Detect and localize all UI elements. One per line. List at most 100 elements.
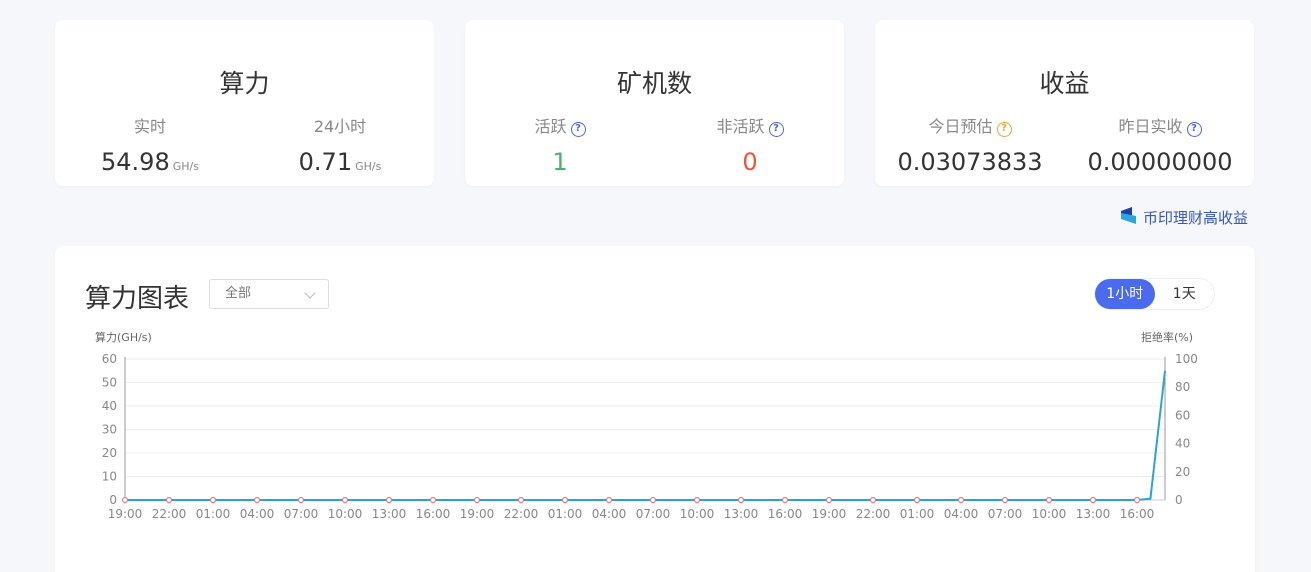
x-tick-label: 10:00 <box>680 507 715 521</box>
earnings-title: 收益 <box>1039 69 1090 98</box>
inactive-label-row: 非活跃? <box>655 116 845 138</box>
active-miners: 活跃? 1 <box>465 116 655 176</box>
day-value: 0.71 <box>298 148 353 176</box>
reject-rate-point <box>825 496 833 504</box>
x-tick-label: 04:00 <box>240 507 275 521</box>
reject-rate-point <box>341 496 349 504</box>
reject-rate-point <box>1001 496 1009 504</box>
x-tick-label: 22:00 <box>152 507 187 521</box>
inactive-value: 0 <box>742 148 758 176</box>
hashrate-chart: 算力(GH/s) 拒绝率(%) 0 10 20 30 40 50 60 0 20 40 60 80 10… <box>95 330 1198 521</box>
reject-rate-point <box>165 496 173 504</box>
x-tick-label: 13:00 <box>724 507 759 521</box>
y-tick-label: 20 <box>102 446 117 460</box>
day-value-row: 0.71 GH/s <box>245 148 435 181</box>
today-earnings: 今日预估? 0.03073833 <box>875 116 1065 176</box>
x-tick-label: 10:00 <box>1032 507 1067 521</box>
day-unit: GH/s <box>355 160 382 173</box>
promo-link[interactable]: 币印理财高收益 <box>1120 206 1248 228</box>
reject-rate-point <box>1133 496 1141 504</box>
active-value: 1 <box>552 148 568 176</box>
x-tick-label: 07:00 <box>636 507 671 521</box>
earnings-card: 收益 今日预估? 0.03073833 昨日实收? 0.00000000 <box>875 20 1254 186</box>
realtime-hashrate: 实时 54.98 GH/s <box>55 116 245 181</box>
reject-rate-point <box>429 496 437 504</box>
x-tick-label: 22:00 <box>504 507 539 521</box>
reject-rate-point <box>1089 496 1097 504</box>
today-label: 今日预估 <box>928 117 993 136</box>
x-tick-label: 01:00 <box>548 507 583 521</box>
x-tick-label: 01:00 <box>900 507 935 521</box>
x-tick-label: 22:00 <box>856 507 891 521</box>
reject-rate-point <box>561 496 569 504</box>
y2-tick-label: 40 <box>1175 437 1190 451</box>
reject-rate-point <box>253 496 261 504</box>
y-tick-label: 60 <box>102 352 117 366</box>
reject-rate-point <box>737 496 745 504</box>
x-tick-label: 19:00 <box>812 507 847 521</box>
hashrate-card: 算力 实时 54.98 GH/s 24小时 0.71 GH/s <box>55 20 434 186</box>
y-tick-label: 50 <box>102 376 117 390</box>
x-tick-label: 04:00 <box>592 507 627 521</box>
reject-rate-point <box>869 496 877 504</box>
y2-tick-label: 0 <box>1175 493 1183 507</box>
reject-rate-point <box>385 496 393 504</box>
promo-label: 币印理财高收益 <box>1143 208 1249 227</box>
y-tick-label: 0 <box>109 493 117 507</box>
x-tick-label: 10:00 <box>328 507 363 521</box>
help-icon[interactable]: ? <box>1186 122 1202 137</box>
wallet-logo-icon <box>1120 206 1137 228</box>
yesterday-label-row: 昨日实收? <box>1065 116 1255 138</box>
yesterday-label: 昨日实收 <box>1118 117 1183 136</box>
reject-rate-point <box>693 496 701 504</box>
realtime-value: 54.98 <box>101 148 170 176</box>
y2-tick-label: 20 <box>1175 465 1190 479</box>
active-label-row: 活跃? <box>465 116 655 138</box>
reject-rate-point <box>473 496 481 504</box>
reject-rate-point <box>605 496 613 504</box>
y-axis-label: 算力(GH/s) <box>95 330 152 344</box>
reject-rate-point <box>649 496 657 504</box>
y-tick-label: 10 <box>102 470 117 484</box>
x-tick-label: 07:00 <box>988 507 1023 521</box>
miners-title: 矿机数 <box>616 69 692 98</box>
reject-rate-point <box>781 496 789 504</box>
y-tick-label: 40 <box>102 399 117 413</box>
inactive-label: 非活跃 <box>716 117 765 136</box>
y2-tick-label: 80 <box>1175 380 1190 394</box>
day-label: 24小时 <box>313 117 367 136</box>
reject-rate-point <box>209 496 217 504</box>
reject-rate-point <box>957 496 965 504</box>
today-value: 0.03073833 <box>897 148 1043 176</box>
hashrate-line <box>125 370 1166 501</box>
y2-tick-label: 100 <box>1175 352 1198 366</box>
yesterday-earnings: 昨日实收? 0.00000000 <box>1065 116 1255 176</box>
help-icon[interactable]: ? <box>570 122 586 137</box>
help-icon[interactable]: ? <box>996 122 1012 137</box>
reject-rate-point <box>1045 496 1053 504</box>
x-tick-label: 16:00 <box>416 507 451 521</box>
hashrate-chart-card: 算力图表 全部 1小时 1天 算力(GH/s) 拒绝率(%) 0 10 20 30 40… <box>55 246 1255 572</box>
reject-rate-point <box>517 496 525 504</box>
inactive-miners: 非活跃? 0 <box>655 116 845 176</box>
realtime-value-row: 54.98 GH/s <box>55 148 245 181</box>
day-hashrate: 24小时 0.71 GH/s <box>245 116 435 181</box>
x-tick-label: 19:00 <box>108 507 143 521</box>
reject-rate-point <box>297 496 305 504</box>
yesterday-value: 0.00000000 <box>1087 148 1233 176</box>
x-tick-label: 19:00 <box>460 507 495 521</box>
y2-axis-label: 拒绝率(%) <box>1141 330 1193 344</box>
y-tick-label: 30 <box>102 423 117 437</box>
active-label: 活跃 <box>534 117 567 136</box>
today-label-row: 今日预估? <box>875 116 1065 138</box>
help-icon[interactable]: ? <box>768 122 784 137</box>
x-tick-label: 16:00 <box>768 507 803 521</box>
x-tick-label: 07:00 <box>284 507 319 521</box>
realtime-unit: GH/s <box>172 160 199 173</box>
hashrate-title: 算力 <box>219 69 270 98</box>
realtime-label: 实时 <box>133 117 166 136</box>
x-tick-label: 16:00 <box>1120 507 1155 521</box>
x-tick-label: 04:00 <box>944 507 979 521</box>
miners-card: 矿机数 活跃? 1 非活跃? 0 <box>465 20 844 186</box>
y2-tick-label: 60 <box>1175 408 1190 422</box>
